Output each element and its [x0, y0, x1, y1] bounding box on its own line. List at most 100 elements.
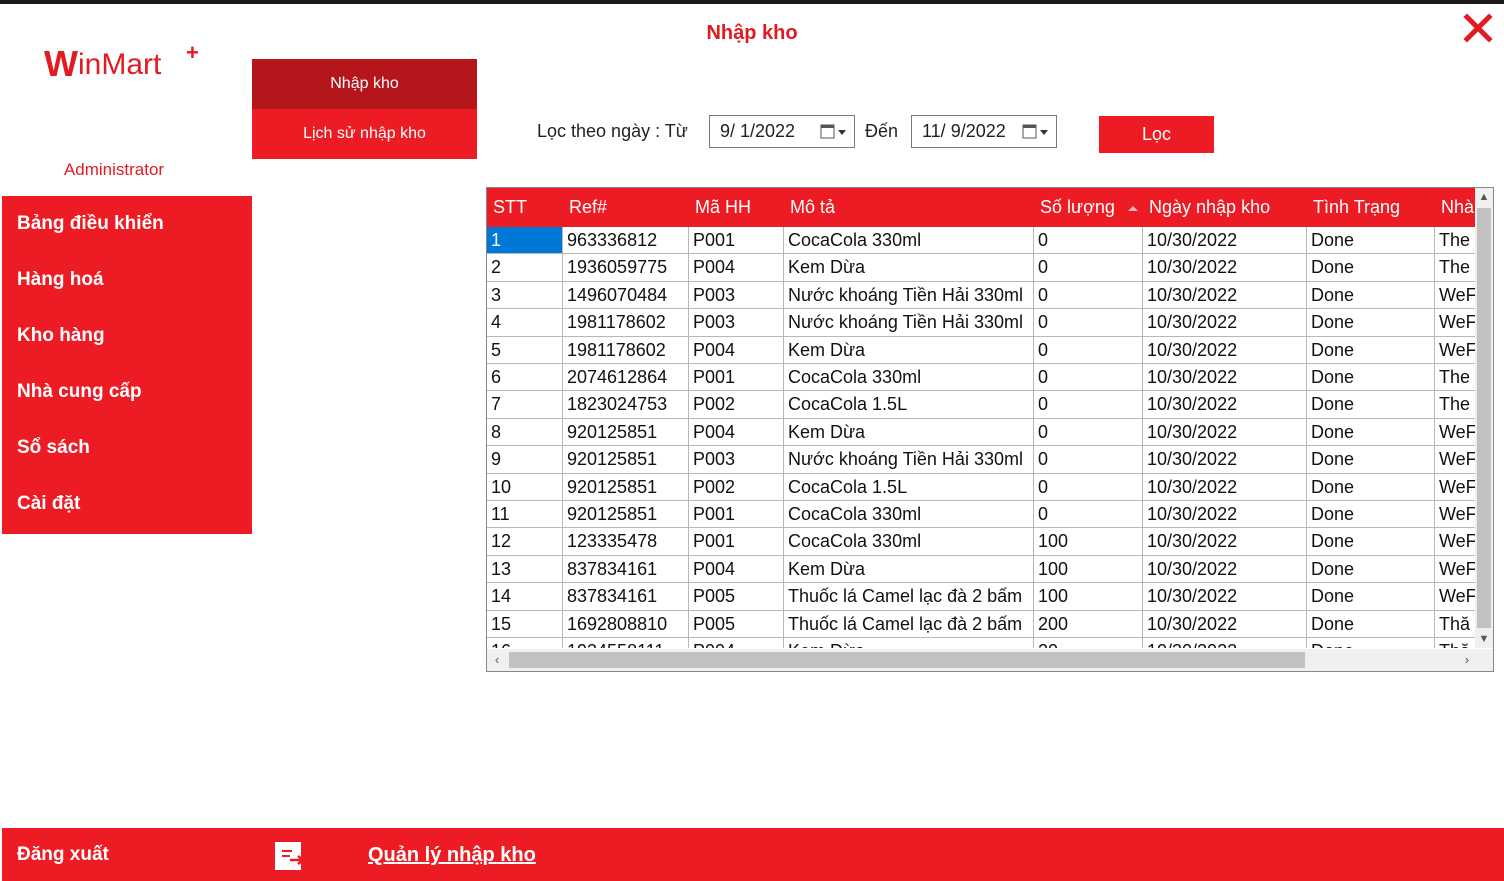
- cell-status[interactable]: Done: [1307, 227, 1435, 255]
- cell-supplier[interactable]: WeF: [1435, 501, 1477, 529]
- cell-ref[interactable]: 2074612864: [563, 364, 689, 392]
- close-icon[interactable]: [1460, 10, 1496, 46]
- cell-supplier[interactable]: WeF: [1435, 473, 1477, 501]
- cell-status[interactable]: Done: [1307, 610, 1435, 638]
- cell-status[interactable]: Done: [1307, 555, 1435, 584]
- table-row[interactable]: 15 1692808810 P005 Thuốc lá Camel lạc đà 2 …: [487, 610, 1477, 638]
- table-row[interactable]: 6 2074612864 P001 CocaCola 330ml 0 10/30/2022…: [487, 364, 1477, 392]
- calendar-dropdown-icon[interactable]: [820, 124, 848, 140]
- cell-description[interactable]: Thuốc lá Camel lạc đà 2 bấm: [784, 610, 1034, 638]
- cell-ref[interactable]: 837834161: [563, 555, 689, 584]
- cell-product-code[interactable]: P005: [689, 610, 784, 638]
- cell-status[interactable]: Done: [1307, 254, 1435, 282]
- cell-stt[interactable]: 11: [487, 501, 563, 529]
- table-row[interactable]: 2 1936059775 P004 Kem Dừa 0 10/30/2022 Done The: [487, 254, 1477, 282]
- cell-import-date[interactable]: 10/30/2022: [1143, 364, 1307, 392]
- cell-description[interactable]: CocaCola 1.5L: [784, 391, 1034, 419]
- cell-product-code[interactable]: P002: [689, 391, 784, 419]
- cell-stt[interactable]: 6: [487, 364, 563, 392]
- cell-product-code[interactable]: P004: [689, 336, 784, 364]
- column-header-description[interactable]: Mô tả: [784, 188, 1034, 227]
- cell-supplier[interactable]: WeF: [1435, 528, 1477, 556]
- cell-ref[interactable]: 920125851: [563, 418, 689, 447]
- cell-ref[interactable]: 920125851: [563, 446, 689, 474]
- table-row[interactable]: 11 920125851 P001 CocaCola 330ml 0 10/30/2022…: [487, 501, 1477, 529]
- column-header-product-code[interactable]: Mã HH: [689, 188, 784, 227]
- cell-quantity[interactable]: 0: [1034, 227, 1143, 255]
- cell-supplier[interactable]: WeF: [1435, 309, 1477, 337]
- cell-product-code[interactable]: P005: [689, 583, 784, 611]
- cell-status[interactable]: Done: [1307, 446, 1435, 474]
- cell-description[interactable]: Nước khoáng Tiền Hải 330ml: [784, 309, 1034, 337]
- cell-stt[interactable]: 5: [487, 336, 563, 364]
- sidebar-item-dashboard[interactable]: Bảng điều khiển: [2, 196, 252, 252]
- cell-supplier[interactable]: Thă: [1435, 610, 1477, 638]
- cell-status[interactable]: Done: [1307, 336, 1435, 364]
- sidebar-item-settings[interactable]: Cài đặt: [2, 476, 252, 532]
- cell-supplier[interactable]: WeF: [1435, 418, 1477, 447]
- subnav-item-import-history[interactable]: Lịch sử nhập kho: [252, 109, 477, 159]
- scroll-left-icon[interactable]: ‹: [487, 649, 507, 671]
- column-header-import-date[interactable]: Ngày nhập kho: [1143, 188, 1307, 227]
- cell-status[interactable]: Done: [1307, 583, 1435, 611]
- cell-description[interactable]: CocaCola 330ml: [784, 528, 1034, 556]
- cell-quantity[interactable]: 100: [1034, 528, 1143, 556]
- table-row[interactable]: 9 920125851 P003 Nước khoáng Tiền Hải 330ml…: [487, 446, 1477, 474]
- cell-status[interactable]: Done: [1307, 638, 1435, 648]
- calendar-dropdown-icon[interactable]: [1022, 124, 1050, 140]
- cell-supplier[interactable]: The: [1435, 364, 1477, 392]
- cell-stt[interactable]: 10: [487, 473, 563, 501]
- table-row[interactable]: 1 963336812 P001 CocaCola 330ml 0 10/30/2022 D…: [487, 227, 1477, 255]
- table-row[interactable]: 12 123335478 P001 CocaCola 330ml 100 10/30/20…: [487, 528, 1477, 556]
- cell-status[interactable]: Done: [1307, 418, 1435, 447]
- cell-ref[interactable]: 1981178602: [563, 336, 689, 364]
- cell-ref[interactable]: 1496070484: [563, 281, 689, 310]
- cell-stt[interactable]: 14: [487, 583, 563, 611]
- table-row[interactable]: 5 1981178602 P004 Kem Dừa 0 10/30/2022 Done WeF: [487, 336, 1477, 364]
- table-row[interactable]: 7 1823024753 P002 CocaCola 1.5L 0 10/30/2022 D…: [487, 391, 1477, 419]
- cell-ref[interactable]: 837834161: [563, 583, 689, 611]
- cell-quantity[interactable]: 0: [1034, 364, 1143, 392]
- cell-import-date[interactable]: 10/30/2022: [1143, 446, 1307, 474]
- cell-import-date[interactable]: 10/30/2022: [1143, 528, 1307, 556]
- subnav-item-import[interactable]: Nhập kho: [252, 59, 477, 109]
- cell-status[interactable]: Done: [1307, 528, 1435, 556]
- cell-stt[interactable]: 13: [487, 555, 563, 584]
- cell-product-code[interactable]: P003: [689, 281, 784, 310]
- cell-product-code[interactable]: P004: [689, 254, 784, 282]
- horizontal-scroll-thumb[interactable]: [509, 652, 1305, 668]
- cell-description[interactable]: Kem Dừa: [784, 638, 1034, 648]
- cell-stt[interactable]: 1: [487, 227, 563, 255]
- vertical-scrollbar[interactable]: ▲ ▼: [1475, 188, 1493, 648]
- cell-description[interactable]: Kem Dừa: [784, 336, 1034, 364]
- cell-ref[interactable]: 1936059775: [563, 254, 689, 282]
- cell-status[interactable]: Done: [1307, 501, 1435, 529]
- horizontal-scrollbar[interactable]: ‹ ›: [487, 649, 1477, 671]
- cell-import-date[interactable]: 10/30/2022: [1143, 638, 1307, 648]
- cell-description[interactable]: Kem Dừa: [784, 418, 1034, 447]
- cell-import-date[interactable]: 10/30/2022: [1143, 391, 1307, 419]
- cell-quantity[interactable]: 100: [1034, 583, 1143, 611]
- table-row[interactable]: 10 920125851 P002 CocaCola 1.5L 0 10/30/2022 D…: [487, 473, 1477, 501]
- cell-import-date[interactable]: 10/30/2022: [1143, 610, 1307, 638]
- filter-button[interactable]: Lọc: [1099, 116, 1214, 153]
- cell-description[interactable]: CocaCola 330ml: [784, 227, 1034, 255]
- cell-import-date[interactable]: 10/30/2022: [1143, 336, 1307, 364]
- cell-quantity[interactable]: 0: [1034, 418, 1143, 447]
- scroll-down-icon[interactable]: ▼: [1475, 630, 1493, 648]
- cell-import-date[interactable]: 10/30/2022: [1143, 555, 1307, 584]
- cell-supplier[interactable]: WeF: [1435, 336, 1477, 364]
- cell-quantity[interactable]: 0: [1034, 391, 1143, 419]
- cell-product-code[interactable]: P001: [689, 227, 784, 255]
- cell-supplier[interactable]: The: [1435, 254, 1477, 282]
- cell-stt[interactable]: 8: [487, 418, 563, 447]
- cell-product-code[interactable]: P001: [689, 528, 784, 556]
- cell-description[interactable]: CocaCola 330ml: [784, 501, 1034, 529]
- cell-quantity[interactable]: 200: [1034, 610, 1143, 638]
- cell-stt[interactable]: 7: [487, 391, 563, 419]
- scroll-right-icon[interactable]: ›: [1457, 649, 1477, 671]
- table-row[interactable]: 14 837834161 P005 Thuốc lá Camel lạc đà 2 b…: [487, 583, 1477, 611]
- cell-supplier[interactable]: WeF: [1435, 555, 1477, 584]
- column-header-status[interactable]: Tình Trạng: [1307, 188, 1435, 227]
- table-row[interactable]: 4 1981178602 P003 Nước khoáng Tiền Hải 330m…: [487, 309, 1477, 337]
